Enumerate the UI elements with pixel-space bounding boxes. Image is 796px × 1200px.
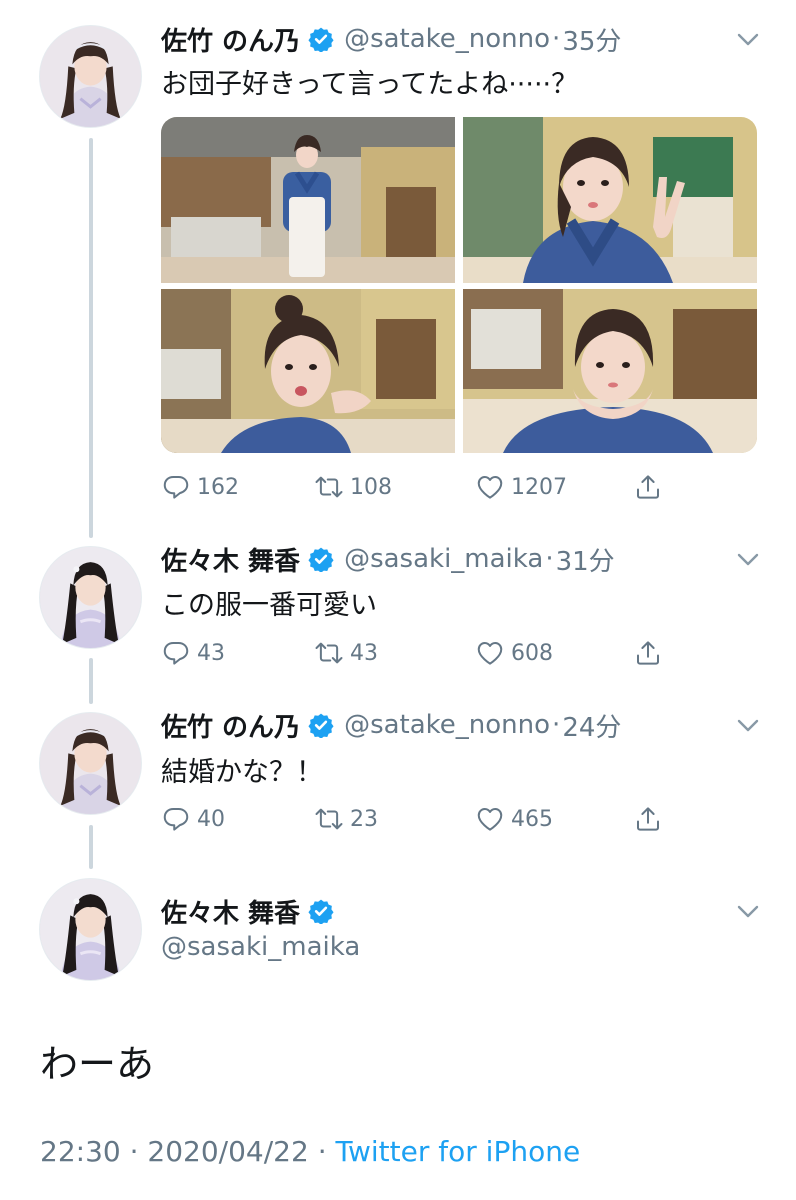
retweet-count: 43 xyxy=(350,640,378,666)
photo-image xyxy=(463,117,757,283)
thread-line xyxy=(89,658,93,704)
tweet-time[interactable]: 24分 xyxy=(562,707,621,744)
avatar-image xyxy=(40,26,141,127)
tweet-time[interactable]: 35分 xyxy=(562,21,621,58)
verified-badge-icon xyxy=(308,547,334,572)
tweet-timestamp[interactable]: 22:30 xyxy=(40,1135,121,1168)
tweet-actions: 162 108 1207 xyxy=(161,471,671,503)
avatar[interactable] xyxy=(39,546,142,649)
display-name[interactable]: 佐竹 のん乃 xyxy=(161,21,300,58)
meta-separator: · xyxy=(129,1135,139,1168)
meta-separator: · xyxy=(545,544,554,574)
tweet-actions: 40 23 465 xyxy=(161,803,671,835)
chevron-down-icon[interactable] xyxy=(736,904,760,920)
share-button[interactable] xyxy=(633,803,663,835)
reply-count: 162 xyxy=(197,474,239,500)
retweet-arrows-icon xyxy=(315,642,343,664)
like-count: 1207 xyxy=(511,474,567,500)
media-divider xyxy=(161,283,757,289)
display-name[interactable]: 佐竹 のん乃 xyxy=(161,707,300,744)
reply-bubble-icon xyxy=(163,642,189,665)
chevron-down-icon[interactable] xyxy=(736,718,760,734)
avatar[interactable] xyxy=(39,712,142,815)
photo-image xyxy=(161,289,455,453)
share-upload-icon xyxy=(637,641,659,665)
reply-bubble-icon xyxy=(163,808,189,831)
chevron-down-icon[interactable] xyxy=(736,32,760,48)
verified-badge-icon xyxy=(308,27,334,52)
avatar[interactable] xyxy=(39,25,142,128)
heart-icon xyxy=(477,642,503,665)
tweet-text: お団子好きって言ってたよね·····？ xyxy=(161,69,579,100)
avatar[interactable] xyxy=(39,878,142,981)
retweet-arrows-icon xyxy=(315,808,343,830)
avatar-image xyxy=(40,713,141,814)
photo-4[interactable] xyxy=(463,289,757,453)
photo-image xyxy=(161,117,455,283)
reply-button[interactable]: 43 xyxy=(161,637,225,669)
share-upload-icon xyxy=(637,807,659,831)
share-upload-icon xyxy=(637,475,659,499)
meta-separator: · xyxy=(552,24,561,54)
avatar-image xyxy=(40,547,141,648)
user-handle[interactable]: @satake_nonno xyxy=(344,24,550,54)
like-button[interactable]: 608 xyxy=(475,637,553,669)
retweet-button[interactable]: 108 xyxy=(314,471,392,503)
retweet-button[interactable]: 43 xyxy=(314,637,378,669)
thread-line xyxy=(89,138,93,538)
chevron-down-icon[interactable] xyxy=(736,552,760,568)
retweet-count: 108 xyxy=(350,474,392,500)
verified-badge-icon xyxy=(308,899,334,924)
reply-count: 40 xyxy=(197,806,225,832)
main-tweet-text: わーあ xyxy=(40,1042,155,1086)
reply-bubble-icon xyxy=(163,476,189,499)
tweet-actions: 43 43 608 xyxy=(161,637,671,669)
retweet-button[interactable]: 23 xyxy=(314,803,378,835)
photo-image xyxy=(463,289,757,453)
user-handle[interactable]: @sasaki_maika xyxy=(344,544,543,574)
reply-count: 43 xyxy=(197,640,225,666)
reply-button[interactable]: 162 xyxy=(161,471,239,503)
reply-button[interactable]: 40 xyxy=(161,803,225,835)
media-grid[interactable] xyxy=(161,117,757,453)
heart-icon xyxy=(477,808,503,831)
photo-1[interactable] xyxy=(161,117,455,283)
tweet-text: この服一番可愛い xyxy=(161,590,377,621)
tweet-metadata: 22:30 · 2020/04/22 · Twitter for iPhone xyxy=(40,1135,580,1168)
user-handle[interactable]: @sasaki_maika xyxy=(161,932,360,962)
tweet-source-link[interactable]: Twitter for iPhone xyxy=(336,1135,581,1168)
meta-separator: · xyxy=(552,710,561,740)
tweet-text: 結婚かな？！ xyxy=(161,757,323,788)
tweet-time[interactable]: 31分 xyxy=(556,541,615,578)
photo-3[interactable] xyxy=(161,289,455,453)
retweet-count: 23 xyxy=(350,806,378,832)
user-handle[interactable]: @satake_nonno xyxy=(344,710,550,740)
retweet-arrows-icon xyxy=(315,476,343,498)
thread-line xyxy=(89,825,93,869)
share-button[interactable] xyxy=(633,637,663,669)
like-button[interactable]: 465 xyxy=(475,803,553,835)
meta-separator: · xyxy=(317,1135,327,1168)
like-count: 465 xyxy=(511,806,553,832)
photo-2[interactable] xyxy=(463,117,757,283)
share-button[interactable] xyxy=(633,471,663,503)
heart-icon xyxy=(477,476,503,499)
avatar-image xyxy=(40,879,141,980)
display-name[interactable]: 佐々木 舞香 xyxy=(161,893,300,930)
display-name[interactable]: 佐々木 舞香 xyxy=(161,541,300,578)
like-count: 608 xyxy=(511,640,553,666)
like-button[interactable]: 1207 xyxy=(475,471,567,503)
verified-badge-icon xyxy=(308,713,334,738)
tweet-date[interactable]: 2020/04/22 xyxy=(147,1135,308,1168)
